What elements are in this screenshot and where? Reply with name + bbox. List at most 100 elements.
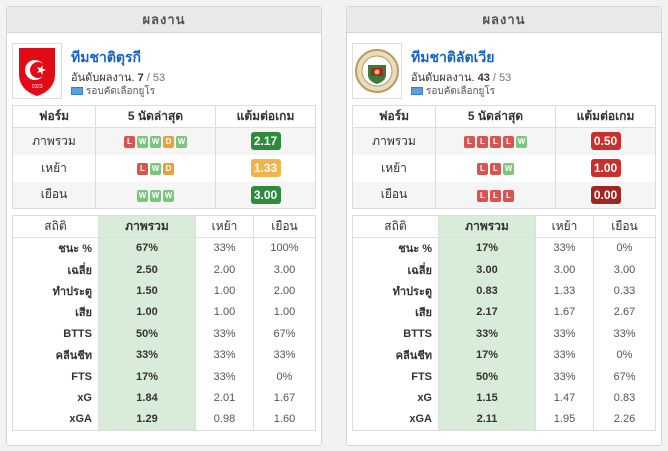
stats-row: เฉลี่ย 2.50 2.00 3.00 (12, 258, 316, 281)
result-pill[interactable]: L (124, 136, 135, 149)
result-pill[interactable]: D (163, 136, 174, 149)
competition-flag-icon (411, 87, 423, 96)
stats-table: สถิติ ภาพรวม เหย้า เยือน ชนะ % 67% 33% 100%… (12, 215, 316, 431)
stat-home: 1.33 (535, 280, 594, 302)
stat-away: 0% (616, 349, 633, 362)
result-pill[interactable]: L (137, 162, 148, 175)
stats-row: เสีย 1.00 1.00 1.00 (12, 301, 316, 324)
stat-away: 100% (270, 242, 299, 255)
stat-overall: 17% (438, 237, 536, 259)
result-pill[interactable]: W (150, 189, 161, 202)
stats-header-home[interactable]: เหย้า (195, 215, 254, 238)
stat-home: 1.95 (535, 408, 594, 431)
stat-away: 0.33 (613, 284, 636, 297)
form-row: ภาพรวม LWWDW 2.17 (12, 127, 316, 155)
form-results: LWD (95, 154, 216, 182)
stat-label: ทำประตู (12, 280, 99, 302)
stats-row: BTTS 33% 33% 33% (352, 323, 656, 345)
result-pill[interactable]: L (477, 136, 488, 149)
stat-away: 67% (273, 327, 296, 340)
result-pill[interactable]: W (163, 189, 174, 202)
stat-overall: 17% (98, 365, 196, 388)
team-name-link[interactable]: ทีมชาติตุรกี (71, 47, 141, 69)
stat-label: ชนะ % (352, 237, 439, 259)
stat-label: FTS (352, 365, 439, 388)
stat-overall: 67% (98, 237, 196, 259)
team-name-link[interactable]: ทีมชาติลัตเวีย (411, 47, 494, 69)
form-results: LLLLW (435, 127, 556, 155)
stats-row: BTTS 50% 33% 67% (12, 323, 316, 345)
result-pill[interactable]: W (176, 136, 187, 149)
competition[interactable]: รอบคัดเลือกยูโร (411, 84, 495, 99)
stat-label: เฉลี่ย (352, 258, 439, 281)
stat-label: BTTS (12, 323, 99, 345)
stat-home: 33% (535, 237, 594, 259)
result-pill[interactable]: L (477, 162, 488, 175)
stat-home: 33% (195, 344, 254, 366)
stats-header-overall[interactable]: ภาพรวม (98, 215, 196, 238)
competition-label: รอบคัดเลือกยูโร (86, 86, 156, 97)
stat-label: เฉลี่ย (12, 258, 99, 281)
stat-overall: 3.00 (438, 258, 536, 281)
rank-value: 43 (477, 72, 490, 84)
stats-header-home[interactable]: เหย้า (535, 215, 594, 238)
stat-home: 1.47 (535, 387, 594, 409)
stat-away: 3.00 (613, 263, 636, 276)
stats-header-away[interactable]: เยือน (253, 215, 316, 238)
stat-home: 33% (535, 344, 594, 366)
stats-row: คลีนชีท 17% 33% 0% (352, 344, 656, 366)
result-pill[interactable]: L (490, 162, 501, 175)
form-ppg-cell: 2.17 (215, 127, 316, 155)
stats-header-overall[interactable]: ภาพรวม (438, 215, 536, 238)
result-pill[interactable]: L (477, 189, 488, 202)
stat-home: 3.00 (535, 258, 594, 281)
result-pill[interactable]: L (490, 136, 501, 149)
turkey-crest-icon[interactable]: 1923 (12, 43, 62, 99)
stat-overall: 1.29 (98, 408, 196, 431)
stat-away: 1.00 (273, 306, 296, 319)
result-pill[interactable]: W (516, 136, 527, 149)
result-pill[interactable]: L (503, 189, 514, 202)
stat-home: 33% (195, 237, 254, 259)
result-pill[interactable]: L (490, 189, 501, 202)
result-pill[interactable]: W (150, 136, 161, 149)
stat-away: 1.60 (273, 413, 296, 426)
team-panel-turkey: ผลงาน 1923 ทีมชาติตุรกี อันดับผลงาน. 7 /… (6, 6, 322, 446)
result-pill[interactable]: L (464, 136, 475, 149)
stat-away: 33% (613, 327, 636, 340)
form-results: LLW (435, 154, 556, 182)
stats-header-away[interactable]: เยือน (593, 215, 656, 238)
stat-away: 33% (273, 349, 296, 362)
stats-row: xGA 1.29 0.98 1.60 (12, 408, 316, 431)
result-pill[interactable]: W (137, 136, 148, 149)
form-ppg-cell: 3.00 (215, 181, 316, 209)
stat-away: 2.00 (273, 284, 296, 297)
stats-row: ชนะ % 17% 33% 0% (352, 237, 656, 259)
latvia-crest-icon[interactable] (352, 43, 402, 99)
result-pill[interactable]: W (137, 189, 148, 202)
form-row: เหย้า LWD 1.33 (12, 154, 316, 182)
stat-label: xGA (352, 408, 439, 431)
stat-overall: 50% (438, 365, 536, 388)
result-pill[interactable]: W (503, 162, 514, 175)
team-info: ทีมชาติลัตเวีย อันดับผลงาน. 43 / 53 รอบค… (347, 33, 661, 105)
form-table: ฟอร์ม 5 นัดล่าสุด แต้มต่อเกม ภาพรวม LWWD… (12, 105, 316, 209)
ppg-badge: 0.50 (590, 132, 621, 151)
form-table: ฟอร์ม 5 นัดล่าสุด แต้มต่อเกม ภาพรวม LLLL… (352, 105, 656, 209)
result-pill[interactable]: L (503, 136, 514, 149)
stat-overall: 1.84 (98, 387, 196, 409)
form-results: LWWDW (95, 127, 216, 155)
stat-home: 0.98 (195, 408, 254, 431)
stat-overall: 17% (438, 344, 536, 366)
rank-separator: / (143, 72, 153, 84)
competition[interactable]: รอบคัดเลือกยูโร (71, 84, 155, 99)
stats-table: สถิติ ภาพรวม เหย้า เยือน ชนะ % 17% 33% 0% เฉ… (352, 215, 656, 431)
stat-label: คลีนชีท (12, 344, 99, 366)
form-results: WWW (95, 181, 216, 209)
result-pill[interactable]: D (163, 162, 174, 175)
form-ppg-cell: 1.33 (216, 155, 316, 182)
result-pill[interactable]: W (150, 162, 161, 175)
stat-away: 0% (276, 370, 293, 383)
stat-overall: 0.83 (438, 280, 536, 302)
stat-home: 1.00 (195, 280, 254, 302)
